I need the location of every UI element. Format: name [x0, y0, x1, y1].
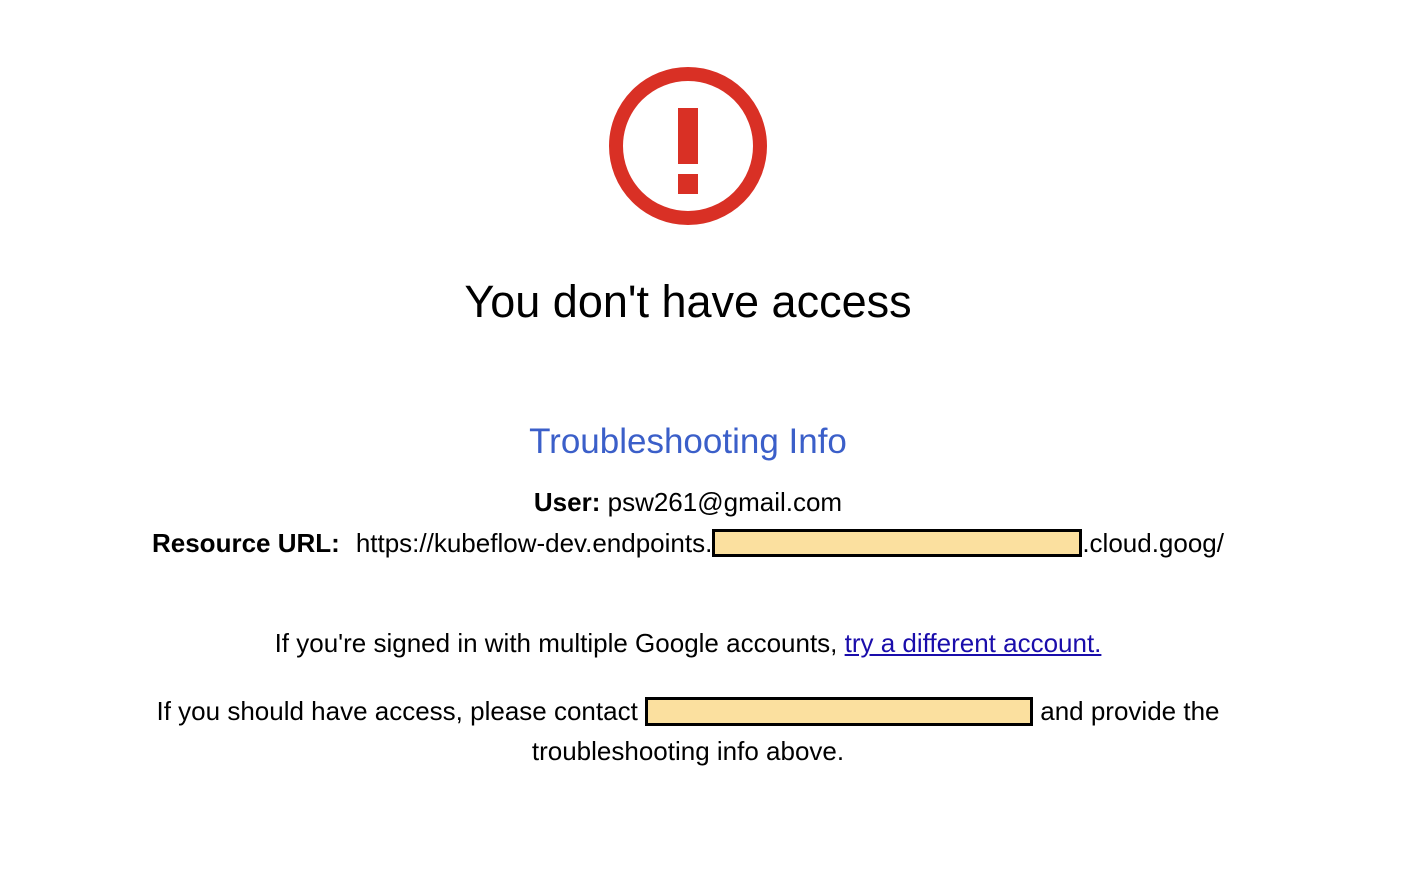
- error-icon: [609, 67, 767, 225]
- resource-url-row: Resource URL: https://kubeflow-dev.endpoi…: [0, 527, 1376, 559]
- resource-url-label: Resource URL:: [151, 528, 340, 558]
- multiple-accounts-text: If you're signed in with multiple Google…: [274, 628, 845, 658]
- resource-url-suffix: .cloud.goog/: [1082, 528, 1224, 558]
- contact-prefix-text: If you should have access, please contac…: [156, 696, 646, 726]
- troubleshooting-heading: Troubleshooting Info: [529, 422, 847, 461]
- user-info-row: User: psw261@gmail.com: [0, 486, 1376, 518]
- page-title: You don't have access: [464, 276, 912, 327]
- contact-message-continued: troubleshooting info above.: [531, 736, 845, 766]
- resource-url-prefix: https://kubeflow-dev.endpoints.: [355, 528, 713, 558]
- user-label: User:: [533, 487, 601, 517]
- user-value: psw261@gmail.com: [607, 487, 843, 517]
- multiple-accounts-message: If you're signed in with multiple Google…: [0, 627, 1376, 659]
- contact-suffix-text: and provide the: [1033, 696, 1220, 726]
- try-different-account-link[interactable]: try a different account.: [845, 628, 1102, 658]
- contact-email-link[interactable]: [645, 696, 1034, 726]
- redacted-email: [645, 696, 1034, 726]
- contact-message: If you should have access, please contac…: [0, 695, 1376, 727]
- redacted-url-segment: [712, 529, 1083, 558]
